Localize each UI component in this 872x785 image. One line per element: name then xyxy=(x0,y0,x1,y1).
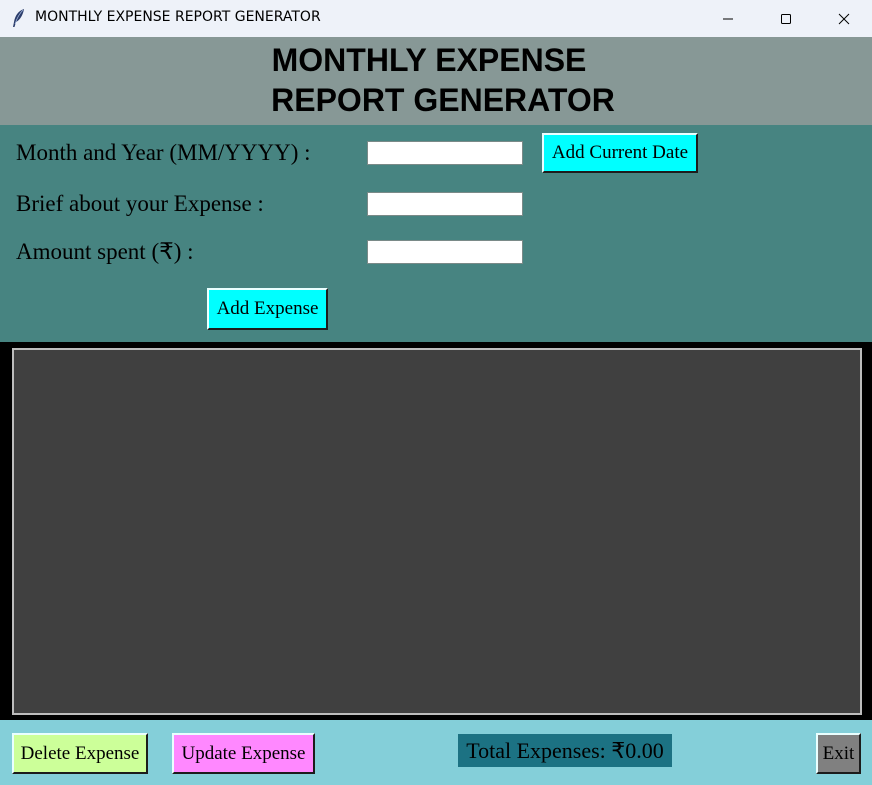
feather-icon xyxy=(11,8,27,28)
expense-listbox[interactable] xyxy=(12,348,862,715)
delete-expense-button[interactable]: Delete Expense xyxy=(12,733,148,774)
amount-spent-label: Amount spent (₹) : xyxy=(16,239,194,264)
window-title: MONTHLY EXPENSE REPORT GENERATOR xyxy=(35,9,321,25)
maximize-icon[interactable] xyxy=(757,0,815,37)
month-year-label: Month and Year (MM/YYYY) : xyxy=(16,140,311,165)
minimize-icon[interactable] xyxy=(699,0,757,37)
exit-button[interactable]: Exit xyxy=(816,733,861,774)
window-title-bar: MONTHLY EXPENSE REPORT GENERATOR xyxy=(0,0,872,37)
month-year-input[interactable] xyxy=(367,141,523,165)
app-header: MONTHLY EXPENSE REPORT GENERATOR xyxy=(0,37,872,125)
amount-spent-input[interactable] xyxy=(367,240,523,264)
total-expenses-label: Total Expenses: ₹0.00 xyxy=(458,734,672,767)
add-expense-button[interactable]: Add Expense xyxy=(207,288,328,330)
footer-bar: Delete Expense Update Expense Total Expe… xyxy=(0,720,872,785)
update-expense-button[interactable]: Update Expense xyxy=(172,733,315,774)
close-icon[interactable] xyxy=(815,0,872,37)
add-current-date-button[interactable]: Add Current Date xyxy=(542,133,698,173)
expense-brief-input[interactable] xyxy=(367,192,523,216)
expense-list-frame xyxy=(0,342,872,720)
header-title-line1: MONTHLY EXPENSE xyxy=(271,42,587,78)
expense-form: Month and Year (MM/YYYY) : Add Current D… xyxy=(0,125,872,342)
header-title-line2: REPORT GENERATOR xyxy=(271,82,615,118)
expense-brief-label: Brief about your Expense : xyxy=(16,191,264,216)
